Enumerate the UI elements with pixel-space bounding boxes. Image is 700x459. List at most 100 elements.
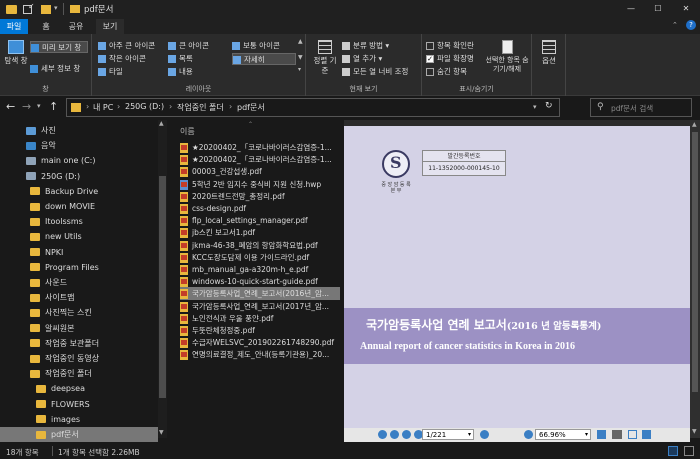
scroll-up-icon[interactable]: ▲	[159, 120, 164, 127]
nav-item[interactable]: 음악	[0, 138, 158, 153]
nav-item[interactable]: NPKI	[0, 245, 158, 260]
file-row[interactable]: 국가암등록사업_연례_보고서(2016년_암...	[180, 287, 340, 301]
layout-more-icon[interactable]: ▾	[298, 66, 301, 73]
layout-small-icons[interactable]: 작은 아이콘	[98, 53, 146, 65]
tab-home[interactable]: 홈	[34, 19, 58, 34]
nav-item[interactable]: new Utils	[0, 229, 158, 244]
column-header-name[interactable]: 이름	[180, 126, 195, 137]
preview-scrollbar[interactable]: ▲ ▼	[690, 120, 700, 438]
hidden-items-toggle[interactable]: 숨긴 항목	[426, 66, 467, 78]
fit-width-icon[interactable]	[642, 430, 651, 439]
page-number-field[interactable]: 1/221 ▾	[422, 429, 474, 440]
file-row[interactable]: 연명의료결정_제도_안내(등록기관용)_20...	[180, 348, 340, 361]
file-row[interactable]: flp_local_settings_manager.pdf	[180, 214, 340, 227]
nav-item[interactable]: Backup Drive	[0, 184, 158, 199]
nav-item[interactable]: 사진찍는 스킨	[0, 305, 158, 320]
hide-selected-button[interactable]: 선택한 항목 숨기기/해제	[484, 38, 530, 78]
address-box[interactable]: › 내 PC › 250G (D:) › 작업중인 폴더 › pdf문서 ▾ ↻	[66, 98, 560, 117]
nav-item[interactable]: images	[0, 412, 158, 427]
check-quick-icon[interactable]: ✓	[28, 2, 35, 11]
nav-pane-button[interactable]: 탐색 창	[4, 38, 28, 78]
nav-item[interactable]: 작업중인 폴더	[0, 366, 158, 381]
details-pane-button[interactable]: 세부 정보 창	[30, 63, 80, 75]
back-arrow-icon[interactable]: ←	[6, 100, 15, 113]
nav-item[interactable]: 250G (D:)	[0, 169, 158, 184]
prev-page-icon[interactable]	[390, 430, 399, 439]
preview-scroll-thumb[interactable]	[692, 132, 698, 392]
file-row[interactable]: 00003_건강섭생.pdf	[180, 165, 340, 178]
add-columns-button[interactable]: 열 추가 ▾	[342, 53, 382, 65]
nav-item[interactable]: main one (C:)	[0, 153, 158, 168]
file-row[interactable]: windows-10-quick-start-guide.pdf	[180, 275, 340, 288]
zoom-in-icon[interactable]	[524, 430, 533, 439]
file-row[interactable]: KCC도장도담제 이용 가이드라인.pdf	[180, 251, 340, 264]
nav-item[interactable]: 작업중인 동영상	[0, 351, 158, 366]
file-row[interactable]: 2020트렌드전망_총정리.pdf	[180, 190, 340, 203]
save-icon[interactable]	[597, 430, 606, 439]
nav-scrollbar[interactable]: ▲ ▼	[158, 120, 167, 438]
layout-medium-icons[interactable]: 보통 아이콘	[232, 40, 280, 52]
scroll-up-icon[interactable]: ▲	[692, 121, 697, 128]
layout-scroll-down-icon[interactable]: ▼	[298, 54, 303, 61]
next-page-icon[interactable]	[402, 430, 411, 439]
options-button[interactable]: 옵션	[536, 38, 562, 78]
group-by-button[interactable]: 분류 방법 ▾	[342, 40, 389, 52]
up-arrow-icon[interactable]: ↑	[49, 100, 58, 113]
search-box[interactable]: ⚲ pdf문서 검색	[590, 98, 692, 117]
crumb-drive[interactable]: 250G (D:)	[125, 102, 164, 111]
nav-item[interactable]: 알씨원본	[0, 321, 158, 336]
first-page-icon[interactable]	[378, 430, 387, 439]
crumb-pdf-folder[interactable]: pdf문서	[237, 102, 265, 113]
quick-access-dropdown-icon[interactable]: ▾	[54, 4, 58, 12]
nav-item[interactable]: Itoolssms	[0, 214, 158, 229]
item-checkboxes-toggle[interactable]: 항목 확인란	[426, 40, 474, 52]
nav-item[interactable]: FLOWERS	[0, 397, 158, 412]
minimize-button[interactable]: —	[618, 1, 644, 17]
nav-item[interactable]: deepsea	[0, 381, 158, 396]
file-row[interactable]: 노인전식과 우울 풍얀.pdf	[180, 312, 340, 325]
file-row[interactable]: jkma-46-38_폐암의 항암화학요법.pdf	[180, 239, 340, 252]
layout-tiles[interactable]: 타일	[98, 66, 123, 78]
nav-scroll-thumb[interactable]	[159, 176, 166, 398]
preview-pane-button[interactable]: 미리 보기 창	[30, 41, 88, 53]
maximize-button[interactable]: ☐	[646, 1, 670, 17]
nav-item[interactable]: 사운드	[0, 275, 158, 290]
nav-item[interactable]: 사이트맵	[0, 290, 158, 305]
layout-details[interactable]: 자세히	[232, 53, 296, 65]
nav-item[interactable]: pdf문서	[0, 427, 158, 442]
refresh-icon[interactable]: ↻	[545, 101, 553, 111]
close-button[interactable]: ✕	[674, 1, 698, 17]
file-row[interactable]: mb_manual_ga-a320m-h_e.pdf	[180, 263, 340, 276]
help-icon[interactable]: ?	[686, 20, 696, 30]
nav-item[interactable]: 작업중 보관폴더	[0, 336, 158, 351]
file-row[interactable]: 5학년 2반 임지수 중식비 지원 신청.hwp	[180, 178, 340, 191]
layout-large-icons[interactable]: 큰 아이콘	[168, 40, 209, 52]
zoom-field[interactable]: 66.96% ▾	[535, 429, 591, 440]
file-row[interactable]: ★20200402_「코로나바이러스감염증-1...	[180, 141, 340, 154]
file-row[interactable]: ★20200402_「코로나바이러스감염증-1...	[180, 153, 340, 166]
scroll-down-icon[interactable]: ▼	[692, 428, 697, 435]
nav-item[interactable]: down MOVIE	[0, 199, 158, 214]
tab-file[interactable]: 파일	[0, 19, 28, 34]
file-row[interactable]: 국가암등록사업_연례_보고서(2017년_암...	[180, 300, 340, 313]
recent-dropdown-icon[interactable]: ▾	[37, 102, 41, 110]
large-icons-view-icon[interactable]	[684, 446, 694, 456]
nav-item[interactable]: Program Files	[0, 260, 158, 275]
tab-view[interactable]: 보기	[96, 19, 124, 34]
tab-share[interactable]: 공유	[62, 19, 90, 34]
scroll-down-icon[interactable]: ▼	[159, 429, 164, 436]
fit-page-icon[interactable]	[628, 430, 637, 439]
layout-list[interactable]: 목록	[168, 53, 193, 65]
file-row[interactable]: jb스킨 보고서1.pdf	[180, 226, 340, 239]
file-extensions-toggle[interactable]: ✓ 파일 확장명	[426, 53, 474, 65]
nav-item[interactable]: 사진	[0, 123, 158, 138]
crumb-this-pc[interactable]: 내 PC	[93, 102, 113, 113]
layout-scroll-up-icon[interactable]: ▲	[298, 38, 303, 45]
collapse-ribbon-icon[interactable]: ⌃	[672, 21, 678, 29]
address-dropdown-icon[interactable]: ▾	[533, 103, 537, 111]
zoom-out-icon[interactable]	[480, 430, 489, 439]
file-row[interactable]: 수급자WELSVC_201902261748290.pdf	[180, 336, 340, 349]
forward-arrow-icon[interactable]: →	[22, 100, 31, 113]
print-icon[interactable]	[612, 430, 622, 439]
crumb-work-folder[interactable]: 작업중인 폴더	[177, 102, 224, 113]
